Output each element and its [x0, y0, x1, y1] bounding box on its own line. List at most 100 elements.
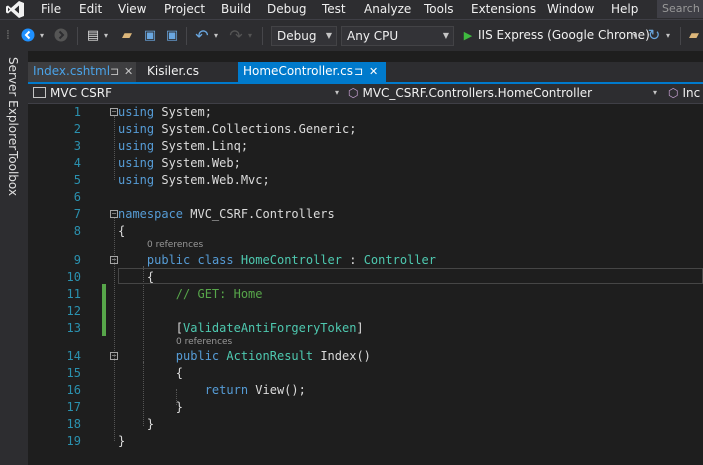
- menu-debug[interactable]: Debug: [267, 2, 306, 16]
- solution-platform-combo[interactable]: Any CPU ▼: [341, 26, 454, 46]
- find-in-files-icon[interactable]: ▰: [686, 26, 702, 44]
- visual-studio-logo-icon[interactable]: [6, 1, 24, 18]
- code-fragment: System;: [154, 105, 212, 119]
- new-project-dropdown-icon[interactable]: ▾: [102, 26, 110, 44]
- code-lens-references[interactable]: 0 references: [147, 240, 203, 251]
- line-number: 16: [66, 383, 81, 397]
- menu-test[interactable]: Test: [322, 2, 346, 16]
- toolbox-tab[interactable]: Toolbox: [6, 151, 20, 196]
- code-line: 11 // GET: Home: [28, 286, 703, 303]
- toolbar-separator: [186, 27, 187, 45]
- code-line: 1 using System;: [28, 104, 703, 121]
- solution-configuration-combo[interactable]: Debug ▼: [271, 26, 337, 46]
- type-name: Controller: [363, 253, 436, 267]
- comment: // GET: Home: [175, 287, 263, 301]
- menu-edit[interactable]: Edit: [79, 2, 102, 16]
- open-folder-icon[interactable]: ▰: [118, 26, 136, 44]
- code-lens-references[interactable]: 0 references: [176, 337, 232, 348]
- redo-icon[interactable]: ↷: [227, 26, 245, 45]
- refresh-dropdown-icon[interactable]: ▾: [664, 26, 672, 44]
- code-line: 18 }: [28, 416, 703, 433]
- tab-index-cshtml[interactable]: Index.cshtml ⊐ ✕: [28, 62, 136, 82]
- line-number: 11: [66, 287, 81, 301]
- pin-tab-icon[interactable]: ⊐: [354, 62, 363, 81]
- tab-label: Index.cshtml: [33, 64, 111, 78]
- code-line: 6: [28, 189, 703, 206]
- close-tab-icon[interactable]: ✕: [369, 62, 378, 81]
- code-line: 2 using System.Collections.Generic;: [28, 121, 703, 138]
- code-line: 15 {: [28, 365, 703, 382]
- line-number: 7: [73, 207, 81, 221]
- code-line: 19 }: [28, 433, 703, 450]
- class-icon: ⬡: [348, 86, 359, 100]
- menu-window[interactable]: Window: [547, 2, 594, 16]
- menu-help[interactable]: Help: [611, 2, 638, 16]
- brace: }: [175, 400, 184, 414]
- line-number: 3: [73, 139, 81, 153]
- side-tool-strip: Server Explorer Toolbox: [0, 51, 28, 465]
- line-number: 5: [73, 173, 81, 187]
- code-editor[interactable]: − − − − 0 references 0 references 1 usin…: [28, 104, 703, 465]
- navigation-bar: MVC CSRF ▾ ⬡ MVC_CSRF.Controllers.HomeCon…: [28, 84, 703, 104]
- close-tab-icon[interactable]: ✕: [124, 62, 133, 81]
- toolbar-separator: [262, 27, 263, 45]
- member-name: Inc: [682, 86, 701, 100]
- code-fragment: System.Linq;: [154, 139, 249, 153]
- code-line: 13 [ValidateAntiForgeryToken]: [28, 320, 703, 337]
- navigate-back-icon[interactable]: [19, 26, 37, 44]
- type-combo[interactable]: ⬡ MVC_CSRF.Controllers.HomeController ▾: [348, 84, 664, 102]
- menu-extensions[interactable]: Extensions: [471, 2, 536, 16]
- menu-tools[interactable]: Tools: [424, 2, 454, 16]
- save-icon[interactable]: ▣: [141, 26, 159, 44]
- undo-dropdown-icon[interactable]: ▾: [212, 26, 220, 44]
- start-debugging-icon[interactable]: ▶: [462, 26, 474, 44]
- code-line: 8 {: [28, 223, 703, 240]
- code-text: return View();: [118, 382, 306, 399]
- attribute-name: ValidateAntiForgeryToken: [183, 321, 357, 335]
- type-name: HomeController: [240, 253, 343, 267]
- menu-analyze[interactable]: Analyze: [364, 2, 411, 16]
- standard-toolbar: ⁞ ▾ ▤ ▾ ▰ ▣ ▣ ↶ ▾ ↷ ▾ Debug ▼ Any CPU ▼ …: [0, 19, 703, 51]
- redo-dropdown-icon[interactable]: ▾: [246, 26, 254, 44]
- menu-file[interactable]: File: [41, 2, 61, 16]
- tab-homecontroller-cs[interactable]: HomeController.cs ⊐ ✕: [238, 62, 386, 82]
- brace: }: [146, 417, 155, 431]
- brace: {: [118, 224, 126, 238]
- project-combo[interactable]: MVC CSRF ▾: [28, 84, 344, 102]
- code-text: using System;: [118, 104, 212, 121]
- pin-tab-icon[interactable]: ⊐: [110, 62, 119, 81]
- tab-label: HomeController.cs: [243, 64, 354, 78]
- keyword: namespace: [118, 207, 184, 221]
- search-input[interactable]: Search V: [657, 0, 703, 18]
- menu-view[interactable]: View: [118, 2, 146, 16]
- member-combo[interactable]: ⬡ Inc: [668, 84, 703, 102]
- tab-label: Kisiler.cs: [147, 64, 200, 78]
- tab-kisiler-cs[interactable]: Kisiler.cs: [142, 62, 232, 82]
- keyword: using: [118, 139, 155, 153]
- line-number: 13: [66, 321, 81, 335]
- code-text: {: [118, 365, 183, 382]
- start-debugging-button[interactable]: IIS Express (Google Chrome): [478, 26, 650, 44]
- code-line: 10 {: [28, 269, 703, 286]
- line-number: 9: [73, 253, 81, 267]
- code-line: 12: [28, 303, 703, 320]
- menu-bar: File Edit View Project Build Debug Test …: [0, 0, 703, 19]
- server-explorer-tab[interactable]: Server Explorer: [6, 57, 20, 150]
- new-project-icon[interactable]: ▤: [84, 26, 102, 44]
- undo-icon[interactable]: ↶: [193, 26, 211, 45]
- line-number: 1: [73, 105, 81, 119]
- menu-build[interactable]: Build: [221, 2, 251, 16]
- code-line: 17 }: [28, 399, 703, 416]
- brace: {: [146, 270, 155, 284]
- save-all-icon[interactable]: ▣: [163, 26, 181, 44]
- navigate-forward-icon[interactable]: [52, 26, 70, 44]
- back-dropdown-icon[interactable]: ▾: [38, 26, 46, 44]
- refresh-browser-icon[interactable]: ↻: [646, 26, 662, 44]
- solution-platform-value: Any CPU: [347, 29, 399, 43]
- line-number: 15: [66, 366, 81, 380]
- run-target-dropdown-icon[interactable]: ▾: [631, 26, 639, 44]
- toolbar-separator: [680, 27, 681, 45]
- menu-project[interactable]: Project: [164, 2, 205, 16]
- code-fragment: :: [342, 253, 364, 267]
- toolbar-separator: [77, 27, 78, 45]
